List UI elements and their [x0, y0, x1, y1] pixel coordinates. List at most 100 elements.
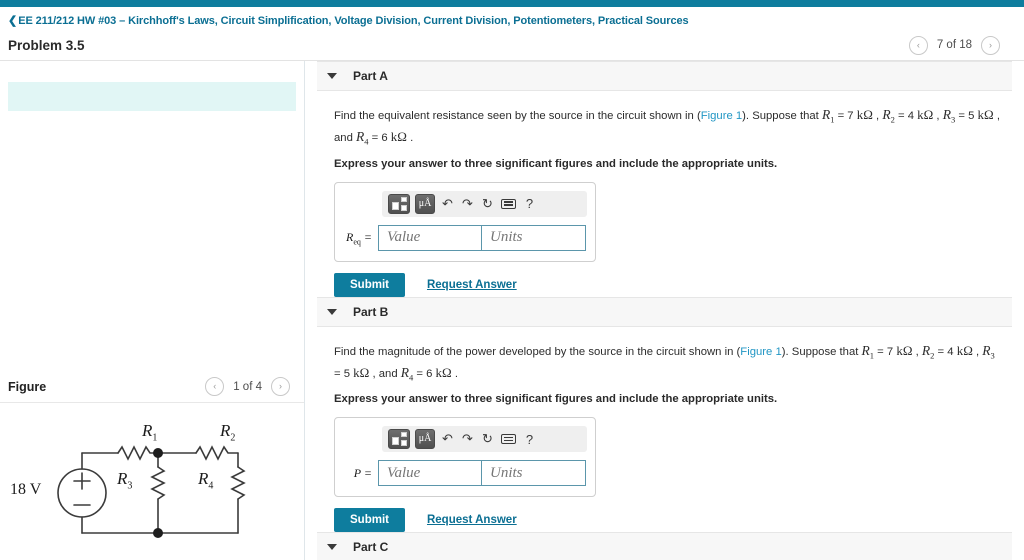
- caret-down-icon[interactable]: [327, 544, 337, 551]
- caret-down-icon[interactable]: [327, 73, 337, 79]
- answer-symbol: P =: [353, 465, 372, 480]
- next-problem-button[interactable]: ›: [981, 35, 1000, 55]
- answer-instruction: Express your answer to three significant…: [334, 393, 778, 406]
- figure-reference-link[interactable]: Figure 1: [740, 346, 781, 358]
- redo-icon[interactable]: ↷: [460, 431, 475, 447]
- prev-problem-button[interactable]: ‹: [908, 35, 928, 55]
- circuit-node-top: [153, 448, 163, 458]
- math-equals: = 7: [834, 110, 857, 122]
- answer-input-row: Req =: [344, 224, 586, 251]
- answer-units-input[interactable]: [482, 460, 586, 487]
- answer-instruction: Express your answer to three significant…: [334, 157, 778, 170]
- answer-value-input[interactable]: [378, 460, 482, 487]
- math-equals: = 6: [413, 367, 436, 380]
- breadcrumb-assignment-link[interactable]: EE 211/212 HW #03 – Kirchhoff's Laws, Ci…: [18, 15, 688, 27]
- prev-figure-button[interactable]: ‹: [205, 377, 225, 396]
- answer-value-input[interactable]: [378, 224, 482, 251]
- math-symbol: R4: [400, 364, 414, 383]
- answer-toolbar: μÅ ↶ ↷ ↻?: [382, 426, 587, 453]
- math-unit: kΩ: [353, 364, 370, 380]
- math-unit: kΩ: [956, 342, 973, 358]
- math-symbol: R4: [356, 128, 369, 147]
- math-symbol: R2: [921, 342, 935, 361]
- math-equals: = 4: [934, 345, 957, 358]
- math-separator: , and: [369, 367, 401, 380]
- answer-units-input[interactable]: [482, 224, 586, 251]
- answer-button-row: Submit Request Answer: [334, 508, 1002, 533]
- question-lead: Find the magnitude of the power develope…: [334, 345, 741, 358]
- request-answer-link[interactable]: Request Answer: [427, 279, 517, 291]
- undo-icon[interactable]: ↶: [440, 431, 455, 447]
- answer-box: μÅ ↶ ↷ ↻? Req =: [334, 181, 596, 262]
- part-body-part-a: Find the equivalent resistance seen by t…: [305, 91, 1024, 297]
- part-header-part-c[interactable]: Part C: [317, 532, 1012, 560]
- back-chevron-icon[interactable]: ❮: [8, 15, 17, 27]
- math-unit: kΩ: [856, 107, 873, 122]
- left-pane: Figure ‹ 1 of 4 › 18 V R1 R2 R3 R4: [0, 61, 305, 560]
- math-symbol: R2: [882, 107, 895, 125]
- source-voltage-label: 18 V: [10, 481, 42, 498]
- part-header-part-a[interactable]: Part A: [317, 61, 1012, 91]
- part-body-part-b: Find the magnitude of the power develope…: [305, 327, 1024, 533]
- math-template-icon[interactable]: [388, 429, 410, 450]
- math-equals: = 5: [955, 110, 978, 122]
- main-split: Figure ‹ 1 of 4 › 18 V R1 R2 R3 R4 Part …: [0, 61, 1024, 560]
- question-text: Find the equivalent resistance seen by t…: [334, 105, 1002, 149]
- help-icon[interactable]: ?: [522, 196, 537, 211]
- problem-pager-label: 7 of 18: [936, 39, 972, 51]
- problem-pager: ‹ 7 of 18 ›: [908, 35, 1000, 55]
- math-template-icon[interactable]: [388, 193, 410, 214]
- caret-down-icon[interactable]: [327, 308, 337, 315]
- part-header-part-b[interactable]: Part B: [317, 296, 1012, 327]
- figure-pager-label: 1 of 4: [233, 380, 262, 393]
- math-equals: = 5: [334, 367, 354, 380]
- reset-icon[interactable]: ↻: [480, 196, 495, 212]
- keyboard-icon[interactable]: [500, 198, 517, 209]
- figure-reference-link[interactable]: Figure 1: [701, 110, 742, 122]
- question-lead: Find the equivalent resistance seen by t…: [334, 110, 701, 122]
- undo-icon[interactable]: ↶: [440, 196, 455, 212]
- problem-title-row: Problem 3.5 ‹ 7 of 18 ›: [0, 30, 1024, 61]
- question-text: Find the magnitude of the power develope…: [334, 341, 1002, 385]
- resistor-r2-label: R2: [220, 421, 236, 444]
- part-label: Part C: [353, 540, 389, 555]
- help-icon[interactable]: ?: [522, 432, 537, 447]
- math-separator: .: [406, 131, 414, 144]
- math-separator: .: [451, 367, 458, 380]
- request-answer-link[interactable]: Request Answer: [427, 514, 517, 526]
- notice-banner: [8, 82, 296, 111]
- top-accent-bar: [0, 0, 1024, 7]
- reset-icon[interactable]: ↻: [480, 431, 495, 447]
- resistor-r4-label: R4: [198, 469, 214, 492]
- right-pane: Part A Find the equivalent resistance see…: [305, 61, 1024, 560]
- answer-button-row: Submit Request Answer: [334, 272, 1002, 297]
- math-separator: ,: [912, 345, 922, 358]
- math-unit: kΩ: [896, 342, 913, 358]
- math-unit: kΩ: [917, 107, 934, 122]
- math-symbol: R3: [942, 107, 956, 125]
- redo-icon[interactable]: ↷: [460, 196, 475, 212]
- units-icon[interactable]: μÅ: [415, 429, 435, 450]
- units-icon[interactable]: μÅ: [415, 193, 435, 214]
- math-separator: ,: [972, 345, 983, 358]
- part-label: Part B: [353, 304, 389, 319]
- submit-button[interactable]: Submit: [334, 272, 405, 297]
- math-separator: ,: [872, 110, 883, 122]
- submit-button[interactable]: Submit: [334, 508, 405, 533]
- math-equals: = 6: [368, 131, 391, 144]
- part-label: Part A: [353, 69, 388, 83]
- figure-image-area[interactable]: 18 V R1 R2 R3 R4: [0, 411, 304, 560]
- next-figure-button[interactable]: ›: [271, 377, 290, 396]
- answer-input-row: P =: [344, 460, 586, 487]
- math-unit: kΩ: [390, 128, 407, 144]
- math-symbol: R1: [861, 342, 875, 361]
- resistor-r1-label: R1: [142, 421, 158, 444]
- math-separator: ,: [933, 110, 943, 122]
- math-unit: kΩ: [435, 364, 452, 380]
- breadcrumb: ❮EE 211/212 HW #03 – Kirchhoff's Laws, C…: [0, 7, 1024, 30]
- answer-symbol: Req =: [345, 229, 372, 246]
- keyboard-icon[interactable]: [500, 434, 517, 445]
- circuit-node-bottom: [153, 528, 163, 538]
- figure-pager: ‹ 1 of 4 ›: [205, 377, 290, 396]
- figure-panel-header: Figure ‹ 1 of 4 ›: [0, 371, 304, 403]
